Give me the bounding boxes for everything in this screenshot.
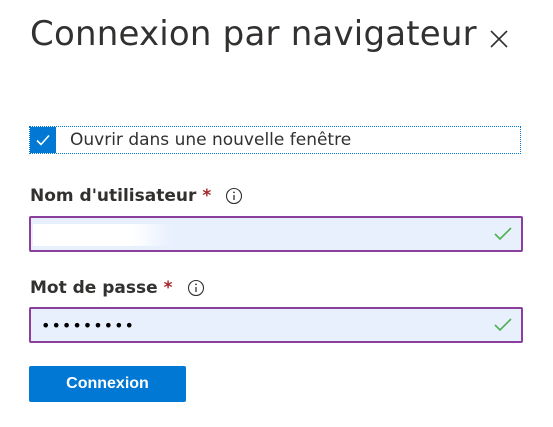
valid-check-icon bbox=[494, 318, 512, 332]
open-new-window-option[interactable]: Ouvrir dans une nouvelle fenêtre bbox=[29, 126, 521, 154]
info-icon bbox=[226, 187, 243, 205]
login-button[interactable]: Connexion bbox=[29, 366, 186, 402]
username-label-row: Nom d'utilisateur * bbox=[30, 186, 243, 206]
open-new-window-label: Ouvrir dans une nouvelle fenêtre bbox=[70, 130, 352, 150]
password-required-mark: * bbox=[163, 278, 173, 298]
password-field[interactable]: ••••••••• bbox=[29, 307, 523, 343]
dialog-title: Connexion par navigateur bbox=[30, 14, 477, 54]
close-icon bbox=[490, 30, 508, 48]
password-label-row: Mot de passe * bbox=[30, 278, 205, 298]
valid-check-icon bbox=[494, 227, 512, 241]
close-button[interactable] bbox=[484, 24, 514, 54]
username-field[interactable] bbox=[29, 216, 523, 252]
info-icon bbox=[187, 279, 204, 297]
username-label: Nom d'utilisateur bbox=[30, 186, 197, 206]
password-input[interactable]: ••••••••• bbox=[31, 316, 491, 335]
password-label: Mot de passe bbox=[30, 278, 158, 298]
password-info-button[interactable] bbox=[187, 279, 205, 297]
username-valid-indicator bbox=[491, 222, 515, 246]
open-new-window-checkbox[interactable] bbox=[30, 127, 56, 153]
password-valid-indicator bbox=[491, 313, 515, 337]
username-info-button[interactable] bbox=[225, 187, 243, 205]
username-required-mark: * bbox=[202, 186, 212, 206]
browser-login-dialog: Connexion par navigateur Ouvrir dans une… bbox=[0, 0, 553, 427]
redacted-username bbox=[33, 224, 173, 246]
checkmark-icon bbox=[36, 134, 50, 146]
